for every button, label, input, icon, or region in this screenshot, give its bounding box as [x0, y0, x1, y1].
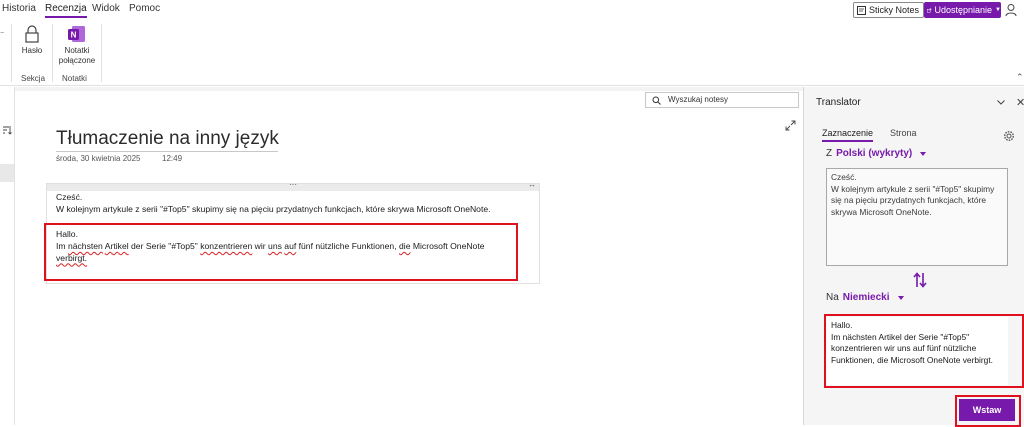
password-button[interactable]: Hasło: [20, 25, 44, 56]
share-button[interactable]: Udostępnianie ▼: [924, 2, 1001, 18]
source-text-line-2: W kolejnym artykule z serii "#Top5" skup…: [831, 183, 995, 217]
group-label-notes: Notatki: [62, 74, 87, 83]
search-input[interactable]: Wyszukaj notesy: [645, 92, 799, 108]
page-title[interactable]: Tłumaczenie na inny język: [56, 128, 279, 150]
source-line-2: W kolejnym artykule z serii "#Top5" skup…: [56, 204, 491, 214]
share-icon: [927, 8, 932, 12]
share-label: Udostępnianie: [934, 5, 993, 15]
chevron-down-icon: ▼: [995, 7, 1001, 13]
group-separator: [52, 24, 53, 82]
ribbon-cut-icon: −: [0, 30, 5, 37]
onenote-icon: N: [68, 26, 85, 42]
sticky-notes-label: Sticky Notes: [869, 5, 920, 15]
highlight-frame: [824, 314, 1024, 388]
tab-pomoc[interactable]: Pomoc: [129, 3, 160, 14]
page-list-strip: [0, 87, 15, 425]
to-language-select[interactable]: Niemiecki: [843, 292, 890, 303]
sticky-notes-button[interactable]: Sticky Notes: [853, 2, 925, 18]
sticky-notes-icon: [857, 5, 866, 15]
title-underline: [56, 151, 278, 152]
highlight-frame: [44, 223, 518, 281]
tab-recenzja[interactable]: Recenzja: [45, 3, 87, 18]
group-separator: [101, 24, 102, 82]
to-prefix: Na: [826, 292, 839, 303]
tab-historia[interactable]: Historia: [2, 3, 36, 14]
chevron-down-icon: [920, 151, 927, 156]
linked-notes-button[interactable]: N Notatki połączone: [56, 25, 98, 66]
source-text-line-1: Cześć.: [831, 172, 857, 182]
swap-languages-icon[interactable]: [912, 271, 928, 289]
lock-icon: [25, 25, 39, 43]
note-container-header[interactable]: ⋯ ↔: [47, 180, 539, 191]
tab-widok[interactable]: Widok: [92, 3, 120, 14]
page-date: środa, 30 kwietnia 2025: [56, 154, 141, 163]
translator-title: Translator: [816, 97, 861, 108]
from-language-row[interactable]: Z Polski (wykryty): [826, 148, 927, 159]
page-time: 12:49: [162, 154, 183, 163]
user-icon[interactable]: [1005, 3, 1019, 17]
gear-icon[interactable]: [1003, 130, 1015, 142]
resize-handle-icon[interactable]: ↔: [528, 180, 536, 189]
sort-icon[interactable]: [2, 125, 12, 135]
tab-selection[interactable]: Zaznaczenie: [822, 128, 874, 142]
close-icon[interactable]: ✕: [1016, 96, 1024, 109]
translator-panel: Translator ✕ Zaznaczenie Strona Z Polski…: [803, 87, 1024, 427]
tab-page[interactable]: Strona: [890, 128, 917, 138]
chevron-down-icon: [897, 295, 904, 300]
drag-handle-icon[interactable]: ⋯: [289, 180, 297, 189]
search-placeholder: Wyszukaj notesy: [668, 95, 728, 104]
chevron-down-icon[interactable]: [996, 97, 1006, 107]
to-language-row[interactable]: Na Niemiecki: [826, 292, 904, 303]
source-line-1: Cześć.: [56, 192, 83, 202]
search-icon: [652, 96, 661, 105]
group-label-section: Sekcja: [21, 74, 46, 83]
source-text-area[interactable]: Cześć. W kolejnym artykule z serii "#Top…: [826, 168, 1008, 266]
from-prefix: Z: [826, 148, 833, 159]
expand-icon[interactable]: [785, 120, 796, 131]
group-separator: [11, 24, 12, 82]
linked-notes-label: Notatki połączone: [58, 46, 96, 65]
collapse-ribbon-icon[interactable]: ⌃: [1016, 72, 1024, 83]
ribbon-tab-bar: Historia Recenzja Widok Pomoc Sticky Not…: [0, 0, 1024, 20]
password-label: Hasło: [21, 46, 43, 55]
selected-page-item[interactable]: [0, 164, 14, 182]
highlight-frame: [955, 395, 1021, 427]
from-language-select[interactable]: Polski (wykryty): [836, 148, 912, 159]
ribbon: − Hasło Sekcja N Notatki połączone Notat…: [0, 20, 1024, 86]
svg-text:N: N: [71, 31, 77, 40]
